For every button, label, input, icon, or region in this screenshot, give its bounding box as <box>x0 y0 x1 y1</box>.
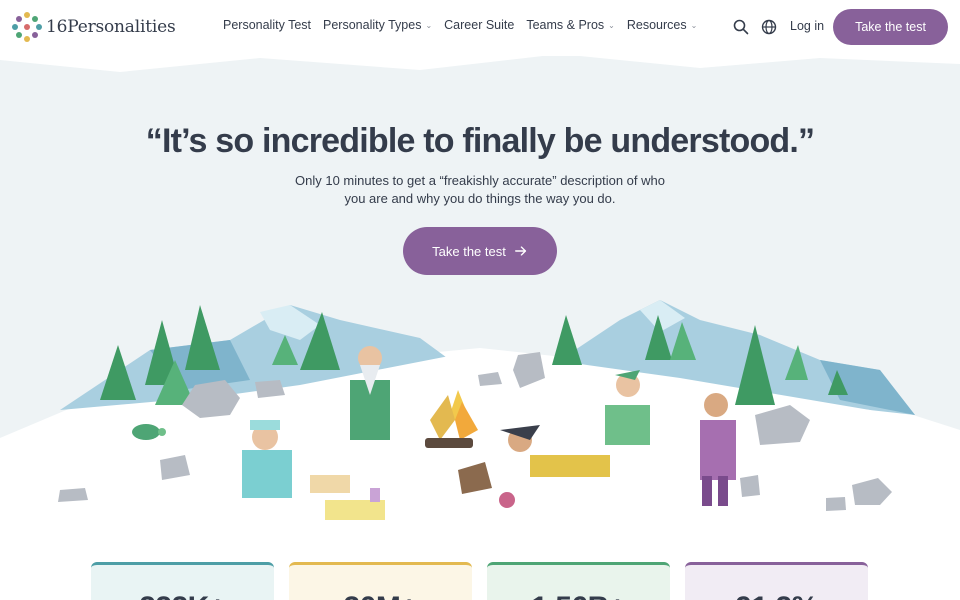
nav-career-suite[interactable]: Career Suite <box>444 18 514 32</box>
arrow-right-icon <box>514 246 526 256</box>
stat-value: 1.56B+ <box>487 591 670 600</box>
nav-teams-pros[interactable]: Teams & Pros ⌄ <box>526 18 615 32</box>
hero-illustration <box>0 300 960 540</box>
logo-text: 16Personalities <box>46 17 176 37</box>
chevron-down-icon: ⌄ <box>690 20 698 30</box>
hero-title: “It’s so incredible to finally be unders… <box>145 122 815 160</box>
nav-personality-test[interactable]: Personality Test <box>223 18 311 32</box>
stat-card: 1.56B+ <box>487 562 670 600</box>
stat-card: 91.2% <box>685 562 868 600</box>
stat-card: 30M+ <box>289 562 472 600</box>
take-test-header-button[interactable]: Take the test <box>833 9 948 45</box>
search-icon[interactable] <box>733 19 749 35</box>
logo[interactable]: 16Personalities <box>12 12 176 42</box>
nav-personality-types[interactable]: Personality Types ⌄ <box>323 18 432 32</box>
site-header: 16Personalities Personality Test Persona… <box>0 0 960 56</box>
stat-card: 222K+ <box>91 562 274 600</box>
logo-icon <box>12 12 42 42</box>
stat-value: 91.2% <box>685 591 868 600</box>
chevron-down-icon: ⌄ <box>608 20 615 30</box>
globe-icon[interactable] <box>761 19 777 35</box>
hero-subtitle: Only 10 minutes to get a “freakishly acc… <box>295 173 665 206</box>
ball <box>499 492 515 508</box>
stat-value: 222K+ <box>91 591 274 600</box>
cta-label: Take the test <box>432 243 506 259</box>
stat-value: 30M+ <box>289 591 472 600</box>
take-test-hero-button[interactable]: Take the test <box>403 227 557 275</box>
main-nav: Personality Test Personality Types ⌄ Car… <box>223 18 697 32</box>
nav-resources[interactable]: Resources ⌄ <box>627 18 697 32</box>
login-link[interactable]: Log in <box>790 19 824 33</box>
stats-row: 222K+ 30M+ 1.56B+ 91.2% <box>91 562 868 600</box>
chevron-down-icon: ⌄ <box>425 20 433 30</box>
